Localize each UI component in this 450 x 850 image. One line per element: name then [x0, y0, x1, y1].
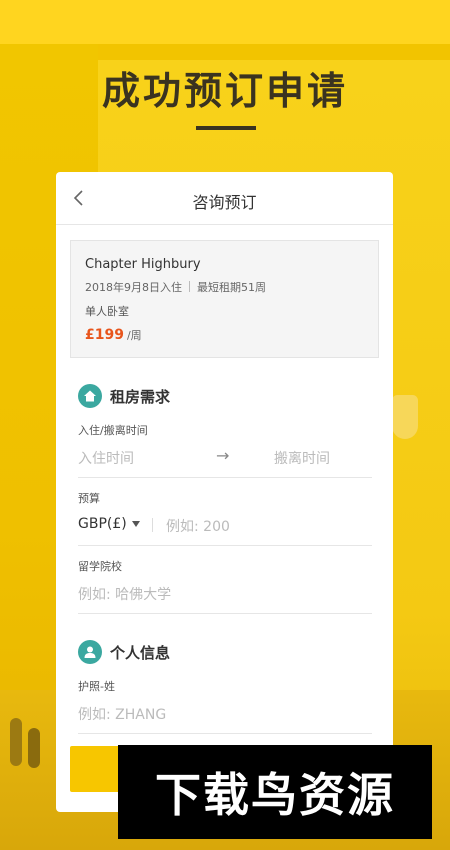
field-divider	[78, 477, 372, 478]
school-input[interactable]: 例如: 哈佛大学	[78, 584, 171, 604]
field-divider	[78, 733, 372, 734]
field-divider	[78, 613, 372, 614]
page-title: 咨询预订	[192, 193, 257, 212]
headline-underline	[196, 126, 256, 130]
user-icon	[78, 640, 102, 664]
meta-divider	[189, 281, 190, 292]
watermark-text: 下载鸟资源	[155, 768, 395, 822]
watermark-banner: 下载鸟资源	[118, 745, 432, 839]
surname-label: 护照-姓	[78, 680, 115, 693]
budget-input[interactable]: 例如: 200	[166, 516, 230, 536]
field-divider	[78, 545, 372, 546]
move-dates-label: 入住/搬离时间	[78, 424, 148, 437]
listing-summary: Chapter Highbury 2018年9月8日入住 最短租期51周 单人卧室…	[70, 240, 379, 358]
home-icon	[78, 384, 102, 408]
price-unit: /周	[126, 329, 142, 342]
card-header: 咨询预订	[56, 172, 393, 225]
move-out-date-input[interactable]: 搬离时间	[274, 448, 330, 468]
room-type: 单人卧室	[85, 305, 129, 318]
section-personal-title: 个人信息	[110, 643, 171, 662]
background-lamp	[392, 395, 418, 439]
section-rental-header: 租房需求	[78, 384, 170, 408]
min-lease: 最短租期51周	[197, 281, 266, 294]
background-vase	[10, 718, 22, 766]
section-rental-title: 租房需求	[110, 387, 171, 406]
background-top-band	[0, 0, 450, 44]
listing-price: £199/周	[85, 327, 142, 343]
input-divider	[152, 518, 153, 532]
background-vase	[28, 728, 40, 768]
school-label: 留学院校	[78, 560, 122, 573]
budget-label: 预算	[78, 492, 100, 505]
move-in-date: 2018年9月8日入住	[85, 281, 182, 294]
caret-down-icon[interactable]	[132, 521, 140, 527]
promo-headline: 成功预订申请	[101, 69, 348, 113]
currency-select[interactable]: GBP(£)	[78, 516, 127, 532]
surname-input[interactable]: 例如: ZHANG	[78, 704, 166, 724]
move-in-date-input[interactable]: 入住时间	[78, 448, 134, 468]
listing-meta: 2018年9月8日入住 最短租期51周	[85, 279, 266, 295]
inquiry-card: 咨询预订 Chapter Highbury 2018年9月8日入住 最短租期51周…	[56, 172, 393, 812]
listing-name: Chapter Highbury	[85, 257, 201, 272]
section-personal-header: 个人信息	[78, 640, 170, 664]
arrow-right-icon: →	[216, 446, 230, 465]
price-value: £199	[85, 327, 124, 343]
